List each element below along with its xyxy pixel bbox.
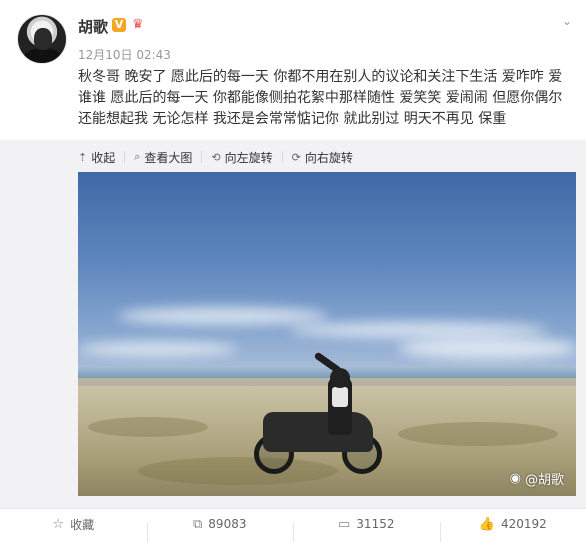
rotate-left-label: 向左旋转	[225, 149, 273, 166]
share-icon: ⧉	[193, 517, 202, 532]
toolbar-divider	[124, 151, 125, 163]
media-toolbar: ⇡ 收起 ⌕ 查看大图 ⟲ 向左旋转 ⟳ 向右旋转	[78, 148, 353, 166]
repost-count: 89083	[208, 517, 246, 531]
photo-rider-armor	[332, 387, 348, 407]
photo-watermark: ◉ @胡歌	[510, 469, 564, 488]
rotate-left-icon: ⟲	[211, 151, 220, 164]
chevron-down-icon[interactable]: ⌄	[558, 14, 576, 28]
toolbar-divider	[201, 151, 202, 163]
avatar[interactable]	[17, 14, 67, 64]
avatar-shoulders	[23, 48, 63, 64]
post-photo[interactable]: ◉ @胡歌	[78, 172, 576, 496]
photo-grass-tuft	[398, 422, 558, 446]
verified-badge-icon: V	[112, 18, 126, 32]
like-count: 420192	[501, 517, 547, 531]
collapse-button[interactable]: ⇡ 收起	[78, 149, 115, 166]
view-large-button[interactable]: ⌕ 查看大图	[134, 149, 192, 166]
photo-cloud	[78, 342, 238, 356]
photo-cloud	[398, 337, 576, 359]
avatar-face	[34, 28, 52, 50]
member-crown-icon: ♛	[132, 17, 150, 33]
photo-cloud	[118, 307, 328, 325]
comment-icon: ▭	[338, 517, 350, 532]
photo-grass-tuft	[138, 457, 338, 485]
watermark-text: @胡歌	[525, 469, 564, 488]
photo-motorcycle	[263, 412, 373, 452]
weibo-post-card: 胡歌 V ♛ ⌄ 12月10日 02:43 秋冬哥 晚安了 愿此后的每一天 你都…	[0, 0, 586, 538]
action-bar: ☆ 收藏 ⧉ 89083 ▭ 31152 👍 420192	[0, 508, 586, 539]
photo-lake	[78, 366, 576, 378]
rotate-right-button[interactable]: ⟳ 向右旋转	[292, 149, 353, 166]
collapse-label: 收起	[91, 149, 115, 166]
rotate-left-button[interactable]: ⟲ 向左旋转	[211, 149, 272, 166]
repost-button[interactable]: ⧉ 89083	[147, 517, 294, 532]
star-icon: ☆	[52, 517, 64, 532]
favorite-label: 收藏	[70, 516, 94, 533]
comment-button[interactable]: ▭ 31152	[293, 517, 440, 532]
weibo-logo-icon: ◉	[510, 471, 521, 486]
arrow-up-icon: ⇡	[78, 151, 87, 164]
author-name[interactable]: 胡歌	[78, 16, 108, 37]
rotate-right-icon: ⟳	[292, 151, 301, 164]
post-text: 秋冬哥 晚安了 愿此后的每一天 你都不用在别人的议论和关注下生活 爱咋咋 爱谁谁…	[78, 67, 573, 130]
photo-grass-tuft	[88, 417, 208, 437]
magnifier-icon: ⌕	[134, 150, 140, 164]
like-button[interactable]: 👍 420192	[440, 517, 586, 532]
photo-rider-helmet	[330, 368, 350, 388]
photo-cloud	[288, 322, 548, 338]
comment-count: 31152	[356, 517, 394, 531]
thumbs-up-icon: 👍	[479, 517, 495, 532]
view-large-label: 查看大图	[144, 149, 192, 166]
favorite-button[interactable]: ☆ 收藏	[0, 516, 147, 533]
toolbar-divider	[282, 151, 283, 163]
post-timestamp[interactable]: 12月10日 02:43	[78, 46, 171, 63]
rotate-right-label: 向右旋转	[305, 149, 353, 166]
